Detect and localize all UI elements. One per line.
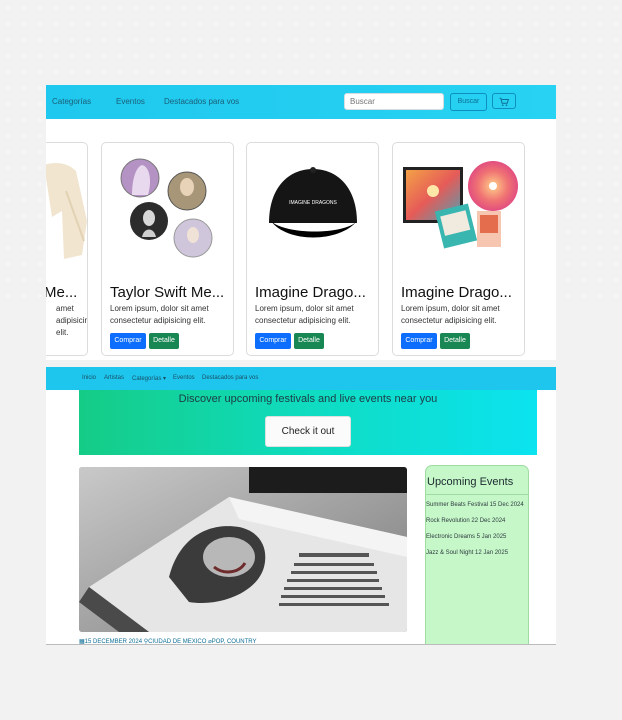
taylor-swift-pins-image: [102, 151, 233, 263]
shop-screenshot: Categorías Eventos Destacados para vos B…: [46, 85, 556, 360]
product-title: Imagine Drago...: [255, 284, 366, 301]
detail-button[interactable]: Detalle: [294, 333, 324, 349]
buy-button[interactable]: Comprar: [110, 333, 146, 349]
imagine-dragons-cap-image: IMAGINE DRAGONS: [247, 151, 378, 263]
divider: [426, 494, 528, 495]
album-bundle-image: [393, 151, 524, 263]
event-item[interactable]: Electronic Dreams 5 Jan 2025: [426, 534, 506, 540]
product-title: Taylor Swift Me...: [110, 284, 225, 301]
nav-dropdown-categorias[interactable]: Categorías ▾: [132, 375, 166, 382]
product-description: Lorem ipsum, dolor sit amet consectetur …: [110, 304, 209, 325]
nav-link-inicio[interactable]: Inicio: [82, 375, 96, 381]
event-item[interactable]: Jazz & Soul Night 12 Jan 2025: [426, 550, 508, 556]
nav-link-eventos[interactable]: Eventos: [173, 375, 195, 381]
home-screenshot: Inicio Artistas Categorías ▾ Eventos Des…: [46, 367, 556, 645]
product-description: Lorem ipsum, dolor sit amet consectetur …: [255, 304, 354, 325]
cap-logo-text: IMAGINE DRAGONS: [289, 200, 337, 206]
nav-link-destacados[interactable]: Destacados para vos: [202, 375, 258, 381]
nav-link-eventos[interactable]: Eventos: [116, 97, 145, 106]
event-item[interactable]: Summer Beats Festival 15 Dec 2024: [426, 502, 524, 508]
featured-article-image[interactable]: [79, 467, 407, 632]
nav-link-categorias[interactable]: Categorías: [52, 97, 91, 106]
detail-button[interactable]: Detalle: [149, 333, 179, 349]
product-description: Lorem ipsum, dolor sit amet consectetur …: [401, 304, 500, 325]
article-meta: ▦15 DECEMBER 2024 ⚲CIUDAD DE MEXICO ⌀POP…: [79, 639, 257, 645]
hero-headline: Discover upcoming festivals and live eve…: [178, 393, 438, 405]
search-input[interactable]: [344, 93, 444, 110]
detail-button[interactable]: Detalle: [440, 333, 470, 349]
cart-icon: [499, 97, 510, 106]
nav-link-destacados[interactable]: Destacados para vos: [164, 97, 239, 106]
product-card: Imagine Drago... Lorem ipsum, dolor sit …: [392, 142, 525, 356]
check-it-out-button[interactable]: Check it out: [265, 416, 351, 447]
hero-banner: Discover upcoming festivals and live eve…: [79, 390, 537, 455]
product-title: Me...: [46, 284, 78, 301]
upcoming-events-panel: Upcoming Events Summer Beats Festival 15…: [425, 465, 529, 644]
product-title: Imagine Drago...: [401, 284, 512, 301]
top-navbar: Categorías Eventos Destacados para vos B…: [46, 85, 556, 119]
product-description: amet adipisicing elit.: [56, 304, 87, 337]
upcoming-events-heading: Upcoming Events: [427, 476, 514, 488]
product-card: Me... amet adipisicing elit. Comprar: [46, 142, 88, 356]
main-navbar: Inicio Artistas Categorías ▾ Eventos Des…: [46, 367, 556, 390]
buy-button[interactable]: Comprar: [401, 333, 437, 349]
buy-button[interactable]: Comprar: [255, 333, 291, 349]
product-card: IMAGINE DRAGONS Imagine Drago... Lorem i…: [246, 142, 379, 356]
cart-button[interactable]: [492, 93, 516, 109]
nav-link-artistas[interactable]: Artistas: [104, 375, 124, 381]
product-card: Taylor Swift Me... Lorem ipsum, dolor si…: [101, 142, 234, 356]
sweatshirt-image: [46, 151, 87, 263]
event-item[interactable]: Rock Revolution 22 Dec 2024: [426, 518, 505, 524]
search-button[interactable]: Buscar: [450, 93, 487, 111]
